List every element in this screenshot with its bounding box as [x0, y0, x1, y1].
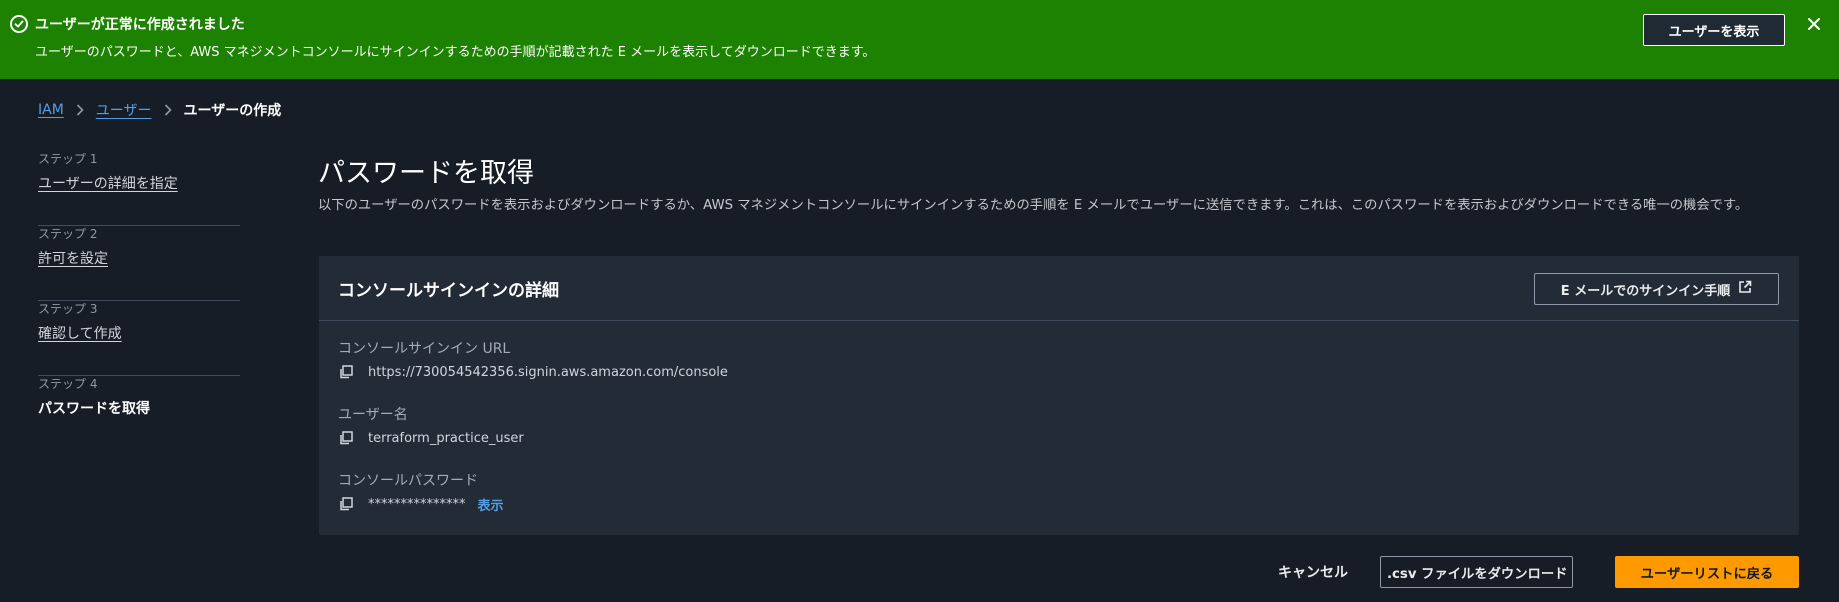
- password-masked-value: ***************: [368, 496, 466, 512]
- username-label: ユーザー名: [338, 407, 408, 423]
- return-to-user-list-button[interactable]: ユーザーリストに戻る: [1615, 556, 1799, 588]
- breadcrumb: IAM ユーザー ユーザーの作成: [38, 100, 281, 120]
- step-number: ステップ 4: [38, 377, 98, 391]
- email-button-label: E メールでのサインイン手順: [1560, 283, 1731, 299]
- page-title: パスワードを取得: [318, 158, 534, 189]
- step-link-user-details[interactable]: ユーザーの詳細を指定: [38, 173, 178, 193]
- wizard-steps: ステップ 1 ユーザーの詳細を指定 ステップ 2 許可を設定 ステップ 3 確認…: [38, 151, 240, 451]
- step-link-permissions[interactable]: 許可を設定: [38, 248, 108, 268]
- breadcrumb-iam[interactable]: IAM: [38, 102, 64, 118]
- email-signin-instructions-button[interactable]: E メールでのサインイン手順: [1534, 273, 1779, 305]
- password-label: コンソールパスワード: [338, 473, 478, 489]
- wizard-step-1: ステップ 1 ユーザーの詳細を指定: [38, 151, 240, 226]
- breadcrumb-users[interactable]: ユーザー: [96, 100, 152, 120]
- step-number: ステップ 2: [38, 227, 98, 241]
- wizard-step-2: ステップ 2 許可を設定: [38, 226, 240, 301]
- step-link-review-create[interactable]: 確認して作成: [38, 323, 122, 343]
- step-number: ステップ 3: [38, 302, 98, 316]
- chevron-right-icon: [64, 104, 96, 116]
- wizard-step-3: ステップ 3 確認して作成: [38, 301, 240, 376]
- breadcrumb-create-user: ユーザーの作成: [183, 103, 282, 119]
- success-check-icon: [10, 15, 28, 33]
- external-link-icon: [1738, 280, 1752, 298]
- wizard-step-4: ステップ 4 パスワードを取得: [38, 376, 240, 451]
- panel-title: コンソールサインインの詳細: [338, 281, 559, 301]
- download-csv-button[interactable]: .csv ファイルをダウンロード: [1380, 556, 1573, 588]
- show-password-link[interactable]: 表示: [478, 495, 504, 514]
- banner-description: ユーザーのパスワードと、AWS マネジメントコンソールにサインインするための手順…: [35, 45, 876, 60]
- signin-url-value-row: https://730054542356.signin.aws.amazon.c…: [338, 363, 728, 381]
- console-signin-details-panel: コンソールサインインの詳細 E メールでのサインイン手順 コンソールサインイン …: [319, 256, 1799, 535]
- copy-icon[interactable]: [338, 430, 354, 446]
- view-user-button[interactable]: ユーザーを表示: [1643, 14, 1785, 46]
- signin-url-value: https://730054542356.signin.aws.amazon.c…: [368, 364, 728, 380]
- copy-icon[interactable]: [338, 364, 354, 380]
- signin-url-label: コンソールサインイン URL: [338, 341, 511, 357]
- banner-title: ユーザーが正常に作成されました: [35, 17, 245, 33]
- step-number: ステップ 1: [38, 152, 98, 166]
- password-value-row: *************** 表示: [338, 495, 504, 514]
- page-description: 以下のユーザーのパスワードを表示およびダウンロードするか、AWS マネジメントコ…: [318, 198, 1749, 213]
- step-current-retrieve-password: パスワードを取得: [38, 401, 150, 417]
- success-banner: ユーザーが正常に作成されました ユーザーのパスワードと、AWS マネジメントコン…: [0, 0, 1839, 79]
- close-icon[interactable]: [1802, 12, 1826, 36]
- username-value-row: terraform_practice_user: [338, 429, 524, 447]
- chevron-right-icon: [152, 104, 184, 116]
- cancel-button[interactable]: キャンセル: [1263, 556, 1363, 588]
- username-value: terraform_practice_user: [368, 430, 524, 446]
- copy-icon[interactable]: [338, 496, 354, 512]
- panel-header: コンソールサインインの詳細 E メールでのサインイン手順: [319, 256, 1799, 321]
